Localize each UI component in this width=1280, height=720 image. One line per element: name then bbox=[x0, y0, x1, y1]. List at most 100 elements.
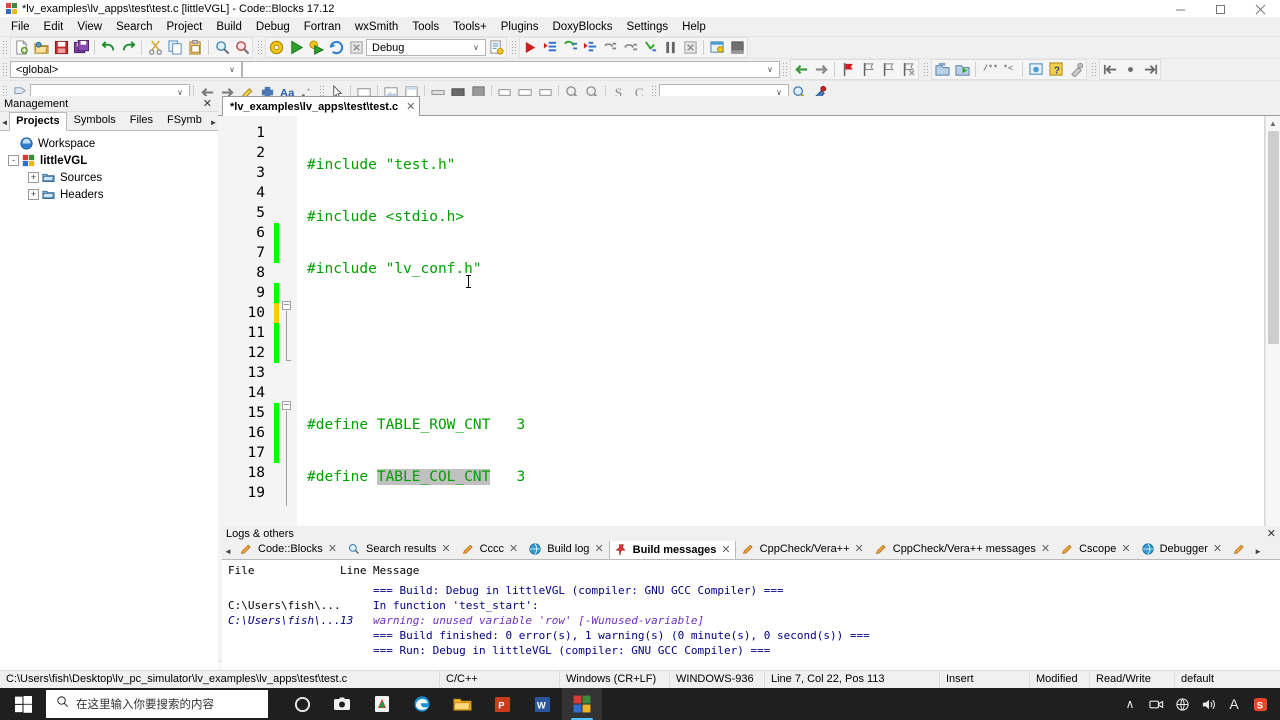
menu-view[interactable]: View bbox=[70, 19, 109, 35]
break-debugger-icon[interactable] bbox=[660, 38, 680, 58]
step-into-icon[interactable] bbox=[580, 38, 600, 58]
back-arrow-icon[interactable] bbox=[791, 60, 811, 80]
doxywizard-icon[interactable] bbox=[1026, 60, 1046, 80]
tab-fsymbols[interactable]: FSymb bbox=[160, 111, 209, 130]
ime-icon[interactable]: A bbox=[1222, 688, 1246, 720]
various-info-icon[interactable] bbox=[727, 38, 747, 58]
codeblocks-taskbar-icon[interactable] bbox=[562, 688, 602, 720]
logs-scroll-right-icon[interactable]: ► bbox=[1251, 547, 1265, 559]
tabs-scroll-left-icon[interactable]: ◄ bbox=[0, 118, 9, 130]
block-comment-icon[interactable]: /** bbox=[979, 60, 999, 80]
find-icon[interactable] bbox=[212, 38, 232, 58]
close-button[interactable] bbox=[1240, 0, 1280, 18]
close-icon[interactable]: ✕ bbox=[406, 100, 415, 113]
tab-symbols[interactable]: Symbols bbox=[67, 111, 123, 130]
logtab-build-messages[interactable]: Build messages ✕ bbox=[608, 541, 736, 559]
logtab-cscope[interactable]: Cscope ✕ bbox=[1055, 541, 1136, 559]
build-and-run-icon[interactable] bbox=[306, 38, 326, 58]
debug-continue-icon[interactable] bbox=[520, 38, 540, 58]
menu-file[interactable]: File bbox=[4, 19, 37, 35]
toolbar-gripper[interactable] bbox=[923, 61, 929, 78]
fold-collapse-box[interactable]: – bbox=[282, 301, 291, 310]
line-comment-icon[interactable]: *< bbox=[999, 60, 1019, 80]
tabs-scroll-right-icon[interactable]: ► bbox=[209, 118, 218, 130]
close-icon[interactable]: ✕ bbox=[509, 542, 518, 555]
function-combo[interactable]: ∨ bbox=[242, 61, 780, 78]
tab-files[interactable]: Files bbox=[123, 111, 160, 130]
extract-docs-icon[interactable] bbox=[952, 60, 972, 80]
undo-icon[interactable] bbox=[98, 38, 118, 58]
menu-help[interactable]: Help bbox=[675, 19, 713, 35]
step-out-icon[interactable] bbox=[600, 38, 620, 58]
logtab-build-log[interactable]: Build log ✕ bbox=[523, 541, 608, 559]
doxyblocks-help-icon[interactable]: ? bbox=[1046, 60, 1066, 80]
logtab-cppcheck-vera-messages[interactable]: CppCheck/Vera++ messages ✕ bbox=[869, 541, 1055, 559]
build-icon[interactable] bbox=[266, 38, 286, 58]
network-icon[interactable] bbox=[1170, 688, 1194, 720]
tree-item-headers[interactable]: + Headers bbox=[6, 186, 218, 203]
replace-icon[interactable] bbox=[232, 38, 252, 58]
scope-combo[interactable]: <global> ∨ bbox=[10, 61, 242, 78]
volume-icon[interactable] bbox=[1196, 688, 1220, 720]
tab-projects[interactable]: Projects bbox=[9, 112, 67, 131]
logtab-cppcheck-vera[interactable]: CppCheck/Vera++ ✕ bbox=[736, 541, 869, 559]
powerpoint-icon[interactable]: P bbox=[482, 688, 522, 720]
stop-debugger-icon[interactable] bbox=[680, 38, 700, 58]
copy-icon[interactable] bbox=[165, 38, 185, 58]
next-bookmark-icon[interactable] bbox=[878, 60, 898, 80]
menu-settings[interactable]: Settings bbox=[620, 19, 676, 35]
close-icon[interactable]: ✕ bbox=[594, 542, 603, 555]
editor-tab-testc[interactable]: *lv_examples\lv_apps\test\test.c ✕ bbox=[222, 96, 421, 116]
sogou-icon[interactable]: S bbox=[1248, 688, 1272, 720]
table-row[interactable]: C:\Users\fish\... In function 'test_star… bbox=[222, 598, 1280, 613]
build-target-combo[interactable]: Debug ∨ bbox=[366, 39, 486, 56]
run-to-cursor-icon[interactable] bbox=[540, 38, 560, 58]
logtab-codeblocks[interactable]: Code::Blocks ✕ bbox=[234, 541, 342, 559]
toolbar-gripper[interactable] bbox=[2, 39, 8, 56]
logtab-debugger[interactable]: Debugger ✕ bbox=[1136, 541, 1228, 559]
close-icon[interactable]: ✕ bbox=[1121, 542, 1130, 555]
scroll-up-icon[interactable]: ▲ bbox=[1266, 116, 1280, 131]
redo-icon[interactable] bbox=[118, 38, 138, 58]
toolbar-gripper[interactable] bbox=[511, 39, 517, 56]
word-icon[interactable]: W bbox=[522, 688, 562, 720]
menu-wxsmith[interactable]: wxSmith bbox=[348, 19, 405, 35]
menu-edit[interactable]: Edit bbox=[37, 19, 71, 35]
logtab-overflow[interactable] bbox=[1227, 541, 1251, 559]
table-row[interactable]: === Build: Debug in littleVGL (compiler:… bbox=[222, 583, 1280, 598]
open-file-icon[interactable] bbox=[31, 38, 51, 58]
expand-expander[interactable]: + bbox=[28, 172, 39, 183]
toolbar-gripper[interactable] bbox=[782, 61, 788, 78]
tree-item-project[interactable]: - littleVGL bbox=[6, 152, 218, 169]
menu-search[interactable]: Search bbox=[109, 19, 159, 35]
run-icon[interactable] bbox=[286, 38, 306, 58]
paste-icon[interactable] bbox=[185, 38, 205, 58]
save-all-icon[interactable] bbox=[71, 38, 91, 58]
menu-plugins[interactable]: Plugins bbox=[494, 19, 546, 35]
menu-debug[interactable]: Debug bbox=[249, 19, 297, 35]
close-icon[interactable]: ✕ bbox=[1267, 527, 1276, 540]
close-icon[interactable]: ✕ bbox=[721, 543, 730, 556]
close-icon[interactable]: ✕ bbox=[855, 542, 864, 555]
menu-tools[interactable]: Tools bbox=[405, 19, 446, 35]
save-file-icon[interactable] bbox=[51, 38, 71, 58]
jump-home-icon[interactable] bbox=[1120, 60, 1140, 80]
build-messages-table[interactable]: File Line Message === Build: Debug in li… bbox=[222, 560, 1280, 676]
windows-start-icon[interactable] bbox=[0, 688, 46, 720]
toggle-bookmark-icon[interactable] bbox=[838, 60, 858, 80]
cut-icon[interactable] bbox=[145, 38, 165, 58]
toolbar-gripper[interactable] bbox=[1091, 61, 1097, 78]
cell-file[interactable]: C:\Users\fish\... bbox=[222, 613, 341, 628]
minimize-button[interactable] bbox=[1160, 0, 1200, 18]
next-line-icon[interactable] bbox=[560, 38, 580, 58]
logtab-cccc[interactable]: Cccc ✕ bbox=[456, 541, 524, 559]
file-explorer-icon[interactable] bbox=[442, 688, 482, 720]
run-doxygen-icon[interactable] bbox=[932, 60, 952, 80]
menu-fortran[interactable]: Fortran bbox=[297, 19, 348, 35]
fold-collapse-box[interactable]: – bbox=[282, 401, 291, 410]
logtab-search-results[interactable]: Search results ✕ bbox=[342, 541, 456, 559]
abort-build-icon[interactable] bbox=[346, 38, 366, 58]
prev-bookmark-icon[interactable] bbox=[858, 60, 878, 80]
menu-tools-plus[interactable]: Tools+ bbox=[446, 19, 494, 35]
debugging-windows-icon[interactable] bbox=[707, 38, 727, 58]
